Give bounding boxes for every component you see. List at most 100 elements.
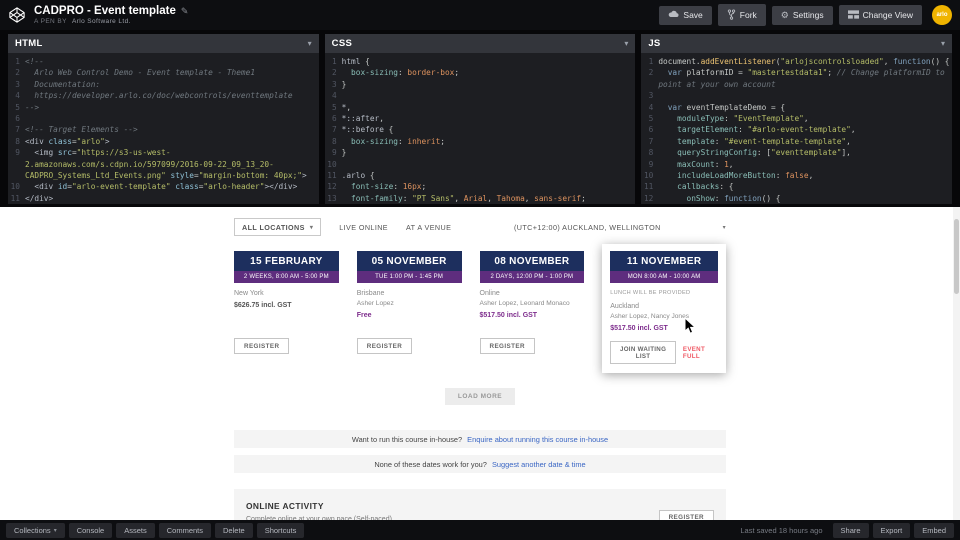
join-waiting-list-button[interactable]: JOIN WAITING LIST bbox=[610, 341, 676, 364]
event-presenters: Asher Lopez bbox=[357, 300, 462, 307]
event-time: TUE 1:00 PM - 1:45 PM bbox=[357, 271, 462, 283]
chevron-down-icon[interactable]: ▾ bbox=[941, 39, 945, 48]
event-presenters: Asher Lopez, Nancy Jones bbox=[610, 313, 718, 320]
event-card-4-featured: 11 NOVEMBER MON 8:00 AM - 10:00 AM LUNCH… bbox=[602, 244, 726, 373]
event-time: 2 WEEKS, 8:00 AM - 5:00 PM bbox=[234, 271, 339, 283]
scrollbar-thumb[interactable] bbox=[954, 219, 959, 294]
shortcuts-button[interactable]: Shortcuts bbox=[257, 523, 305, 538]
register-button[interactable]: REGISTER bbox=[480, 338, 535, 354]
fork-icon bbox=[727, 9, 736, 22]
settings-button[interactable]: ⚙ Settings bbox=[772, 6, 833, 25]
event-location: Auckland bbox=[610, 303, 718, 310]
last-saved-status: Last saved 18 hours ago bbox=[740, 526, 822, 535]
filter-bar: ALL LOCATIONS ▾ LIVE ONLINE AT A VENUE (… bbox=[234, 218, 726, 236]
byline-prefix: A PEN BY bbox=[34, 18, 67, 25]
event-note: LUNCH WILL BE PROVIDED bbox=[610, 290, 718, 296]
change-view-label: Change View bbox=[863, 10, 913, 20]
event-date: 11 NOVEMBER bbox=[610, 251, 718, 271]
register-button[interactable]: REGISTER bbox=[357, 338, 412, 354]
event-location: Brisbane bbox=[357, 290, 462, 297]
editor-html: HTML ▾ 1<!--2 Arlo Web Control Demo - Ev… bbox=[8, 34, 319, 204]
event-card-2: 05 NOVEMBER TUE 1:00 PM - 1:45 PM Brisba… bbox=[357, 251, 462, 354]
chevron-down-icon: ▾ bbox=[723, 224, 726, 231]
event-time: MON 8:00 AM - 10:00 AM bbox=[610, 271, 718, 283]
register-button[interactable]: REGISTER bbox=[659, 510, 714, 521]
suggest-date-link[interactable]: Suggest another date & time bbox=[492, 460, 586, 469]
code-editors: HTML ▾ 1<!--2 Arlo Web Control Demo - Ev… bbox=[0, 30, 960, 207]
online-activity-subtitle: Complete online at your own pace (Self-p… bbox=[246, 516, 392, 520]
top-header: CADPRO - Event template ✎ A PEN BY Arlo … bbox=[0, 0, 960, 30]
chevron-down-icon[interactable]: ▾ bbox=[308, 39, 312, 48]
collections-button[interactable]: Collections ▾ bbox=[6, 523, 65, 538]
edit-pencil-icon[interactable]: ✎ bbox=[181, 6, 189, 17]
cloud-save-icon bbox=[668, 10, 679, 20]
event-price: $626.75 incl. GST bbox=[234, 302, 339, 309]
editor-css: CSS ▾ 1html {2 box-sizing: border-box;3}… bbox=[325, 34, 636, 204]
editor-css-header[interactable]: CSS ▾ bbox=[325, 34, 636, 53]
event-price: $517.50 incl. GST bbox=[480, 312, 585, 319]
collections-label: Collections bbox=[14, 526, 51, 535]
event-date: 08 NOVEMBER bbox=[480, 251, 585, 271]
fork-button[interactable]: Fork bbox=[718, 4, 766, 26]
load-more-button[interactable]: LOAD MORE bbox=[445, 388, 515, 405]
codepen-logo-icon[interactable] bbox=[8, 6, 26, 24]
online-activity-title: ONLINE ACTIVITY bbox=[246, 501, 392, 511]
event-presenters: Asher Lopez, Leonard Monaco bbox=[480, 300, 585, 307]
live-online-filter[interactable]: LIVE ONLINE bbox=[339, 223, 388, 232]
embed-button[interactable]: Embed bbox=[914, 523, 954, 538]
console-button[interactable]: Console bbox=[69, 523, 113, 538]
editor-html-header[interactable]: HTML ▾ bbox=[8, 34, 319, 53]
bottom-toolbar: Collections ▾ Console Assets Comments De… bbox=[0, 520, 960, 540]
event-full-badge: EVENT FULL bbox=[683, 346, 718, 360]
avatar[interactable]: arlo bbox=[932, 5, 952, 25]
editor-css-code[interactable]: 1html {2 box-sizing: border-box;3}45*,6*… bbox=[325, 53, 636, 204]
editor-js-header[interactable]: JS ▾ bbox=[641, 34, 952, 53]
register-button[interactable]: REGISTER bbox=[234, 338, 289, 354]
suggest-banner-text: None of these dates work for you? bbox=[374, 460, 487, 469]
all-locations-filter[interactable]: ALL LOCATIONS ▾ bbox=[234, 218, 321, 236]
editor-html-title: HTML bbox=[15, 38, 43, 49]
editor-js: JS ▾ 1document.addEventListener("arlojsc… bbox=[641, 34, 952, 204]
editor-js-title: JS bbox=[648, 38, 660, 49]
comments-button[interactable]: Comments bbox=[159, 523, 211, 538]
event-location: New York bbox=[234, 290, 339, 297]
pen-author-link[interactable]: Arlo Software Ltd. bbox=[72, 18, 131, 25]
layout-view-icon bbox=[848, 10, 859, 21]
share-button[interactable]: Share bbox=[833, 523, 869, 538]
event-location: Online bbox=[480, 290, 585, 297]
settings-label: Settings bbox=[793, 10, 824, 20]
inhouse-banner: Want to run this course in-house? Enquir… bbox=[234, 430, 726, 448]
chevron-down-icon[interactable]: ▾ bbox=[624, 39, 628, 48]
event-price: $517.50 incl. GST bbox=[610, 325, 718, 332]
preview-pane: ALL LOCATIONS ▾ LIVE ONLINE AT A VENUE (… bbox=[0, 207, 960, 520]
topbar-actions: Save Fork ⚙ Settings Change Vie bbox=[659, 4, 952, 26]
inhouse-enquire-link[interactable]: Enquire about running this course in-hou… bbox=[467, 435, 608, 444]
pen-title-block: CADPRO - Event template ✎ A PEN BY Arlo … bbox=[34, 5, 188, 25]
event-cards: 15 FEBRUARY 2 WEEKS, 8:00 AM - 5:00 PM N… bbox=[234, 251, 726, 373]
chevron-down-icon: ▾ bbox=[54, 527, 57, 534]
editor-html-code[interactable]: 1<!--2 Arlo Web Control Demo - Event tem… bbox=[8, 53, 319, 204]
event-card-1: 15 FEBRUARY 2 WEEKS, 8:00 AM - 5:00 PM N… bbox=[234, 251, 339, 354]
editor-js-code[interactable]: 1document.addEventListener("arlojscontro… bbox=[641, 53, 952, 204]
change-view-button[interactable]: Change View bbox=[839, 5, 922, 25]
event-time: 2 DAYS, 12:00 PM - 1:00 PM bbox=[480, 271, 585, 283]
fork-label: Fork bbox=[740, 10, 757, 20]
event-card-3: 08 NOVEMBER 2 DAYS, 12:00 PM - 1:00 PM O… bbox=[480, 251, 585, 354]
timezone-select[interactable]: (UTC+12:00) AUCKLAND, WELLINGTON ▾ bbox=[514, 223, 726, 232]
online-activity-section: ONLINE ACTIVITY Complete online at your … bbox=[234, 489, 726, 520]
save-label: Save bbox=[683, 10, 702, 20]
assets-button[interactable]: Assets bbox=[116, 523, 155, 538]
at-a-venue-filter[interactable]: AT A VENUE bbox=[406, 223, 451, 232]
inhouse-banner-text: Want to run this course in-house? bbox=[352, 435, 462, 444]
pen-title: CADPRO - Event template bbox=[34, 5, 176, 17]
suggest-banner: None of these dates work for you? Sugges… bbox=[234, 455, 726, 473]
delete-button[interactable]: Delete bbox=[215, 523, 253, 538]
event-date: 15 FEBRUARY bbox=[234, 251, 339, 271]
preview-scrollbar[interactable] bbox=[953, 207, 960, 520]
event-date: 05 NOVEMBER bbox=[357, 251, 462, 271]
gear-icon: ⚙ bbox=[781, 11, 789, 20]
save-button[interactable]: Save bbox=[659, 6, 711, 25]
export-button[interactable]: Export bbox=[873, 523, 911, 538]
load-more-row: LOAD MORE bbox=[234, 385, 726, 405]
codepen-editor-app: CADPRO - Event template ✎ A PEN BY Arlo … bbox=[0, 0, 960, 540]
